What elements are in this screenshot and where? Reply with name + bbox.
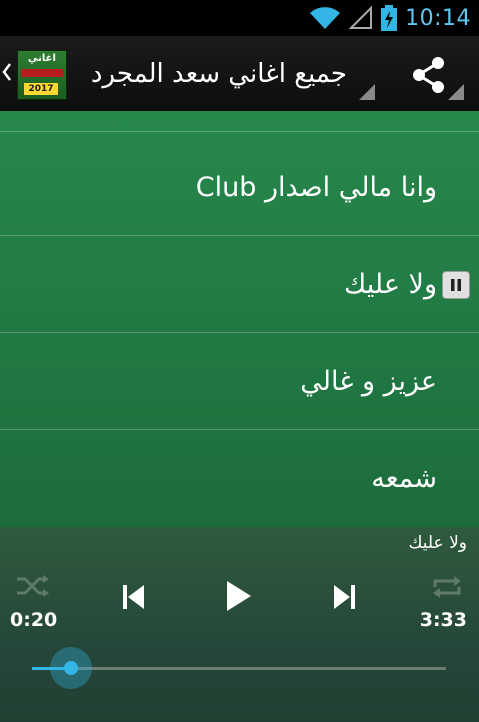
shuffle-icon[interactable] (15, 573, 51, 599)
app-icon-label: اغاني (28, 53, 56, 64)
status-bar: 10:14 (0, 0, 479, 36)
action-bar: اغاني 2017 جميع اغاني سعد المجرد ب (0, 36, 479, 111)
playing-pause-icon (442, 271, 470, 299)
previous-icon[interactable] (120, 582, 148, 612)
song-title: ولا عليك (344, 268, 437, 300)
duration-time: 3:33 (419, 609, 467, 631)
list-item[interactable]: ولا عليك (0, 236, 479, 333)
list-item[interactable] (0, 111, 479, 132)
page-title[interactable]: جميع اغاني سعد المجرد ب (85, 54, 347, 94)
song-list: وانا مالي اصدار Club ولا عليك عزيز و غال… (0, 111, 479, 527)
song-title: عزيز و غالي (300, 365, 437, 397)
status-clock: 10:14 (405, 5, 471, 31)
elapsed-time: 0:20 (10, 609, 58, 631)
seek-thumb[interactable] (50, 647, 92, 689)
wifi-icon (310, 7, 341, 29)
app-icon-year: 2017 (24, 83, 58, 95)
now-playing-title: ولا عليك (408, 533, 467, 553)
song-title: شمعه (371, 462, 437, 494)
player-panel: ولا عليك 0:20 3:33 (0, 527, 479, 722)
list-item[interactable]: وانا مالي اصدار Club (0, 139, 479, 236)
app-icon[interactable]: اغاني 2017 (17, 50, 67, 100)
list-item[interactable]: شمعه (0, 430, 479, 526)
up-caret-icon[interactable] (2, 62, 12, 82)
spinner-indicator-icon (359, 84, 375, 100)
next-icon[interactable] (330, 582, 358, 612)
share-icon[interactable] (404, 50, 454, 100)
play-icon[interactable] (224, 579, 254, 613)
repeat-icon[interactable] (430, 573, 464, 601)
battery-charging-icon (381, 5, 398, 31)
seek-bar[interactable] (32, 647, 446, 689)
share-spinner-indicator-icon (448, 84, 464, 100)
song-title: وانا مالي اصدار Club (195, 171, 437, 203)
list-item[interactable]: عزيز و غالي (0, 333, 479, 430)
no-signal-icon (349, 6, 373, 29)
